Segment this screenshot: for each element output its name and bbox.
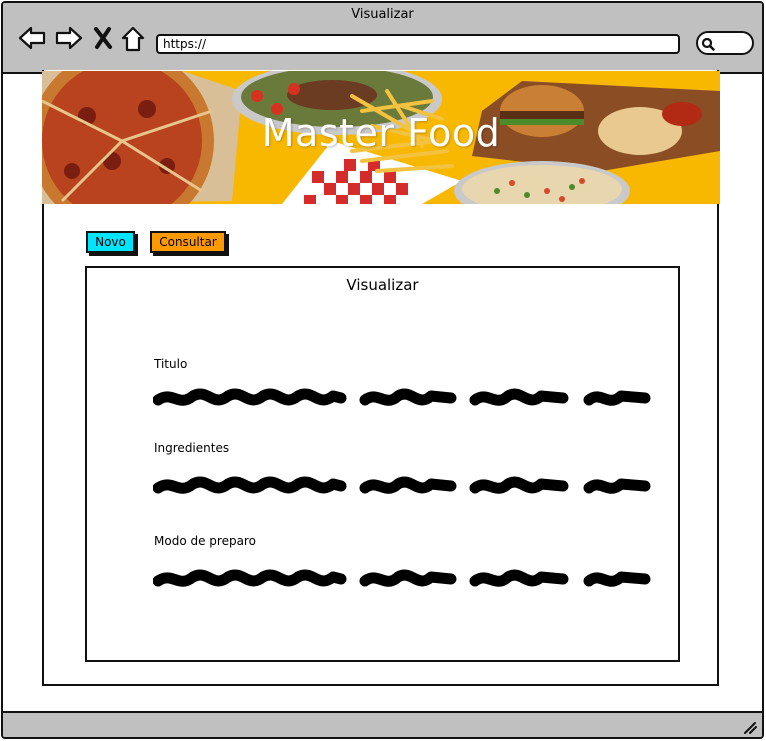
browser-titlebar: Visualizar https://: [3, 3, 762, 74]
ingredientes-value-scribble: [153, 476, 651, 494]
back-arrow-icon[interactable]: [17, 25, 47, 51]
browser-search-field[interactable]: [696, 31, 754, 55]
home-icon[interactable]: [120, 25, 146, 53]
ingredientes-label: Ingredientes: [154, 441, 230, 455]
titulo-label: Titulo: [154, 357, 188, 371]
hero-banner: Master Food: [42, 71, 720, 204]
modo-de-preparo-value-scribble: [153, 569, 651, 587]
panel-title: Visualizar: [346, 276, 419, 294]
url-input[interactable]: https://: [156, 34, 680, 54]
forward-arrow-icon[interactable]: [54, 25, 84, 51]
resize-handle-icon[interactable]: [742, 720, 758, 734]
banner-title: Master Food: [261, 111, 501, 155]
visualizar-panel: Visualizar Titulo Ingredientes Modo de p…: [85, 266, 680, 662]
titulo-value-scribble: [153, 388, 651, 406]
browser-statusbar: [3, 711, 762, 737]
novo-button[interactable]: Novo: [86, 231, 135, 253]
modo-de-preparo-label: Modo de preparo: [154, 534, 256, 548]
close-x-icon[interactable]: [93, 25, 113, 51]
search-icon: [701, 37, 715, 51]
window-title: Visualizar: [351, 7, 414, 22]
consultar-button[interactable]: Consultar: [150, 231, 226, 253]
